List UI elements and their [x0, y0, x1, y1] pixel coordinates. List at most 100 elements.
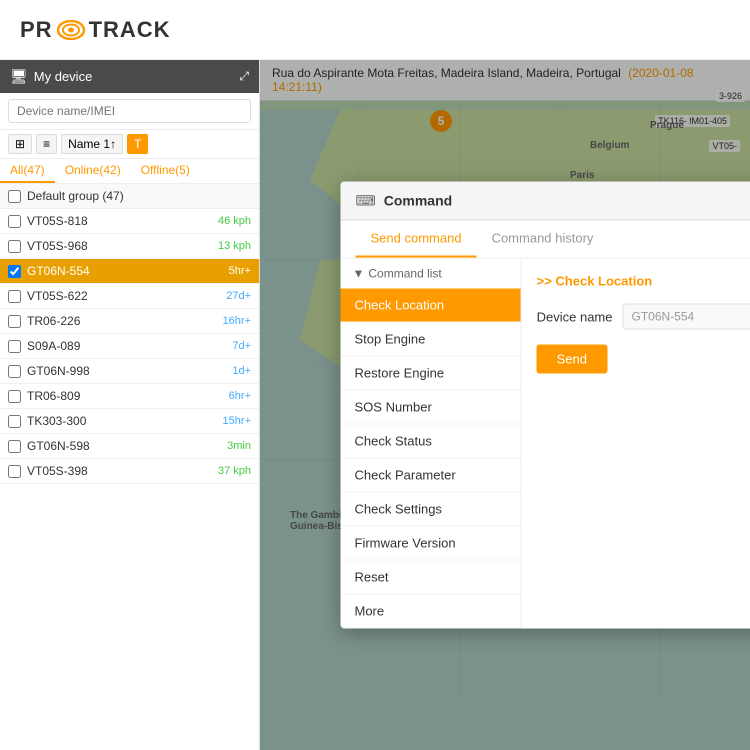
- device-checkbox[interactable]: [8, 240, 21, 253]
- device-status: 46 kph: [218, 215, 251, 227]
- group-checkbox[interactable]: [8, 190, 21, 203]
- grid-view-button[interactable]: ⊞: [8, 134, 32, 154]
- device-status: 3min: [227, 440, 251, 452]
- sidebar-title: My device: [34, 69, 93, 84]
- header: PR TRACK: [0, 0, 750, 60]
- device-status: 1d+: [232, 365, 251, 377]
- list-view-button[interactable]: ≡: [36, 134, 57, 154]
- list-item[interactable]: VT05S-398 37 kph: [0, 459, 259, 484]
- device-item-name: GT06N-998: [27, 364, 232, 378]
- command-list-item[interactable]: SOS Number: [341, 391, 521, 425]
- command-list-item[interactable]: Check Status: [341, 425, 521, 459]
- command-modal: ⌨ Command × Send command Command history…: [341, 182, 750, 629]
- list-item[interactable]: VT05S-818 46 kph: [0, 209, 259, 234]
- device-status: 15hr+: [223, 415, 251, 427]
- device-checkbox[interactable]: [8, 340, 21, 353]
- device-checkbox[interactable]: [8, 390, 21, 403]
- device-name-input[interactable]: [623, 304, 750, 330]
- modal-body: ▼ Command list Check LocationStop Engine…: [341, 259, 750, 629]
- list-item[interactable]: S09A-089 7d+: [0, 334, 259, 359]
- device-name-label: Device name: [537, 309, 613, 324]
- device-status: 27d+: [226, 290, 251, 302]
- logo-icon: [57, 20, 85, 40]
- group-label: Default group (47): [27, 189, 124, 203]
- list-item[interactable]: GT06N-598 3min: [0, 434, 259, 459]
- monitor-icon: 🖥: [10, 68, 28, 85]
- command-list-item[interactable]: Reset: [341, 561, 521, 595]
- device-item-name: TR06-809: [27, 389, 229, 403]
- search-input[interactable]: [8, 99, 251, 123]
- device-status: 6hr+: [229, 390, 251, 402]
- device-checkbox[interactable]: [8, 465, 21, 478]
- device-tabs: All(47) Online(42) Offline(5): [0, 159, 259, 184]
- sidebar-header-left: 🖥 My device: [10, 68, 92, 85]
- logo: PR TRACK: [20, 17, 171, 43]
- device-item-name: GT06N-554: [27, 264, 229, 278]
- device-item-name: S09A-089: [27, 339, 232, 353]
- send-button[interactable]: Send: [537, 345, 607, 374]
- device-checkbox[interactable]: [8, 365, 21, 378]
- collapse-icon[interactable]: ▼: [353, 267, 365, 281]
- tab-command-history[interactable]: Command history: [477, 221, 609, 258]
- command-icon: ⌨: [356, 192, 376, 209]
- device-item-name: VT05S-622: [27, 289, 226, 303]
- sidebar-header: 🖥 My device ⤢: [0, 60, 259, 93]
- logo-text-pre: PR: [20, 17, 53, 43]
- list-item[interactable]: GT06N-998 1d+: [0, 359, 259, 384]
- command-sidebar: ▼ Command list Check LocationStop Engine…: [341, 259, 522, 629]
- device-item-name: TK303-300: [27, 414, 223, 428]
- selected-command-label: >> Check Location: [537, 274, 750, 289]
- sidebar: 🖥 My device ⤢ ⊞ ≡ Name 1↑ T All(47) Onli…: [0, 60, 260, 750]
- list-item[interactable]: VT05S-968 13 kph: [0, 234, 259, 259]
- device-item-name: TR06-226: [27, 314, 223, 328]
- device-item-name: VT05S-818: [27, 214, 218, 228]
- list-item[interactable]: TR06-809 6hr+: [0, 384, 259, 409]
- device-status: 37 kph: [218, 465, 251, 477]
- command-list-item[interactable]: Stop Engine: [341, 323, 521, 357]
- command-list-item[interactable]: Check Location: [341, 289, 521, 323]
- device-checkbox[interactable]: [8, 215, 21, 228]
- tab-send-command[interactable]: Send command: [356, 221, 477, 258]
- tab-offline[interactable]: Offline(5): [131, 159, 200, 183]
- command-list-item[interactable]: Firmware Version: [341, 527, 521, 561]
- list-item[interactable]: GT06N-554 5hr+: [0, 259, 259, 284]
- device-status: 5hr+: [229, 265, 251, 277]
- device-item-name: VT05S-968: [27, 239, 218, 253]
- device-status: 13 kph: [218, 240, 251, 252]
- command-section-header: ▼ Command list: [341, 259, 521, 289]
- command-list-item[interactable]: Check Parameter: [341, 459, 521, 493]
- logo-text-post: TRACK: [89, 17, 171, 43]
- command-list-item[interactable]: More: [341, 595, 521, 629]
- tab-all[interactable]: All(47): [0, 159, 55, 183]
- device-item-name: GT06N-598: [27, 439, 227, 453]
- list-item[interactable]: VT05S-622 27d+: [0, 284, 259, 309]
- list-item[interactable]: TK303-300 15hr+: [0, 409, 259, 434]
- device-checkbox[interactable]: [8, 290, 21, 303]
- group-header: Default group (47): [0, 184, 259, 209]
- device-status: 16hr+: [223, 315, 251, 327]
- device-checkbox[interactable]: [8, 415, 21, 428]
- device-checkbox[interactable]: [8, 440, 21, 453]
- device-status: 7d+: [232, 340, 251, 352]
- list-item[interactable]: TR06-226 16hr+: [0, 309, 259, 334]
- sidebar-toolbar: ⊞ ≡ Name 1↑ T: [0, 130, 259, 159]
- command-list-item[interactable]: Check Settings: [341, 493, 521, 527]
- tab-online[interactable]: Online(42): [55, 159, 131, 183]
- expand-icon[interactable]: ⤢: [239, 69, 249, 84]
- modal-title: Command: [384, 193, 452, 209]
- sort-button[interactable]: Name 1↑: [61, 134, 123, 154]
- map-area: Rua do Aspirante Mota Freitas, Madeira I…: [260, 60, 750, 750]
- device-checkbox[interactable]: [8, 265, 21, 278]
- command-list-label: Command list: [368, 267, 441, 281]
- command-list-item[interactable]: Restore Engine: [341, 357, 521, 391]
- sidebar-search: [0, 93, 259, 130]
- main-layout: 🖥 My device ⤢ ⊞ ≡ Name 1↑ T All(47) Onli…: [0, 60, 750, 750]
- device-name-row: Device name: [537, 304, 750, 330]
- modal-tabs: Send command Command history: [341, 221, 750, 259]
- command-content: >> Check Location Device name Send: [522, 259, 750, 629]
- filter-button[interactable]: T: [127, 134, 148, 154]
- device-list: Default group (47) VT05S-818 46 kph VT05…: [0, 184, 259, 750]
- device-checkbox[interactable]: [8, 315, 21, 328]
- modal-header: ⌨ Command ×: [341, 182, 750, 221]
- modal-header-left: ⌨ Command: [356, 192, 453, 209]
